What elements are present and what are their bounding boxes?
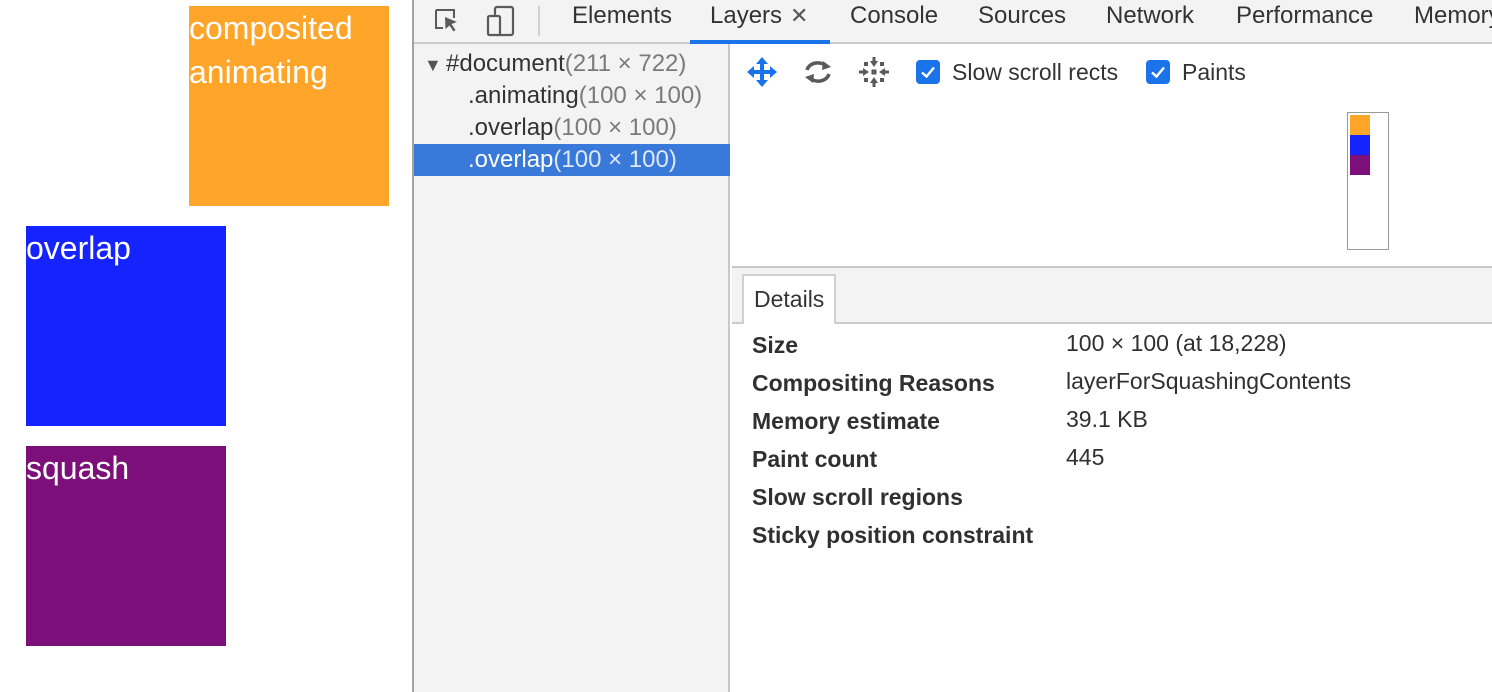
property-key: Size (752, 332, 799, 358)
property-row-size: Size 100 × 100 (at 18,228) (732, 326, 1492, 364)
devtools-panel: Elements Layers ✕ Console Sources Network… (412, 0, 1492, 692)
layer-size: (211 × 722) (564, 50, 687, 77)
tab-layers-label: Layers (710, 2, 783, 29)
close-icon[interactable]: ✕ (790, 3, 808, 28)
layer-name: .overlap (468, 114, 554, 141)
tree-row-document[interactable]: ▼ #document(211 × 722) (414, 48, 730, 80)
checkmark-icon (1146, 60, 1170, 84)
tab-console[interactable]: Console (850, 0, 938, 42)
property-value: 39.1 KB (1066, 406, 1148, 432)
toolbar-divider (538, 6, 540, 36)
layer-size: (100 × 100) (553, 114, 677, 141)
property-row-memory-estimate: Memory estimate 39.1 KB (732, 402, 1492, 440)
property-key: Paint count (752, 446, 878, 472)
property-key: Compositing Reasons (752, 370, 995, 396)
layer-tree: ▼ #document(211 × 722) .animating(100 × 1… (414, 44, 730, 692)
tab-sources[interactable]: Sources (978, 0, 1066, 42)
tree-row-animating[interactable]: .animating(100 × 100) (414, 80, 730, 112)
overlap-layer-box: overlap (26, 226, 226, 426)
paints-label: Paints (1182, 58, 1246, 85)
property-row-slow-scroll-regions: Slow scroll regions (732, 478, 1492, 516)
tab-layers[interactable]: Layers ✕ (710, 0, 808, 42)
property-key: Sticky position constraint (752, 522, 1034, 548)
layer-size: (100 × 100) (578, 82, 703, 109)
layer-name: #document (446, 50, 565, 77)
layer-3d-canvas-preview[interactable] (1347, 112, 1389, 250)
property-row-compositing-reasons: Compositing Reasons layerForSquashingCon… (732, 364, 1492, 402)
tab-details[interactable]: Details (742, 274, 837, 324)
device-toolbar-icon[interactable] (484, 0, 518, 42)
minimap-animating-layer (1350, 115, 1370, 135)
tab-memory[interactable]: Memory (1414, 0, 1492, 42)
page-viewport: composited animating overlap squash (0, 0, 412, 692)
layers-3d-view[interactable]: Slow scroll rects Paints (732, 44, 1492, 268)
animating-box-label-line2: animating (189, 54, 328, 90)
inspect-element-icon[interactable] (430, 0, 464, 42)
tree-row-overlap-selected[interactable]: .overlap(100 × 100) (414, 144, 730, 176)
minimap-overlap-layer (1350, 135, 1370, 155)
tab-performance[interactable]: Performance (1236, 0, 1373, 42)
devtools-tab-bar: Elements Layers ✕ Console Sources Network… (414, 0, 1492, 44)
rotate-mode-icon[interactable] (800, 54, 836, 90)
tree-row-overlap[interactable]: .overlap(100 × 100) (414, 112, 730, 144)
property-key: Memory estimate (752, 408, 940, 434)
tab-network[interactable]: Network (1106, 0, 1194, 42)
squash-box-label: squash (26, 450, 130, 486)
overlap-box-label: overlap (26, 230, 131, 266)
details-pane: Details Size 100 × 100 (at 18,228) Compo… (732, 268, 1492, 692)
property-value: layerForSquashingContents (1066, 368, 1352, 394)
property-row-sticky-position-constraint: Sticky position constraint (732, 516, 1492, 554)
checkmark-icon (916, 60, 940, 84)
paints-checkbox[interactable]: Paints (1146, 58, 1246, 86)
details-tab-bar: Details (732, 268, 1492, 324)
slow-scroll-rects-label: Slow scroll rects (952, 58, 1119, 85)
layer-size: (100 × 100) (553, 146, 677, 173)
minimap-squash-layer (1350, 155, 1370, 175)
property-row-paint-count: Paint count 445 (732, 440, 1492, 478)
tab-elements[interactable]: Elements (572, 0, 672, 42)
reset-transform-icon[interactable] (856, 54, 892, 90)
property-value: 100 × 100 (at 18,228) (1066, 330, 1287, 356)
property-key: Slow scroll regions (752, 484, 963, 510)
property-value: 445 (1066, 444, 1105, 470)
animating-layer-box: composited animating (189, 6, 389, 206)
expand-triangle-icon[interactable]: ▼ (424, 49, 446, 81)
pan-mode-icon[interactable] (744, 54, 780, 90)
squash-layer-box: squash (26, 446, 226, 646)
layer-name: .overlap (468, 146, 554, 173)
animating-box-label-line1: composited (189, 10, 353, 46)
layer-name: .animating (468, 82, 579, 109)
slow-scroll-rects-checkbox[interactable]: Slow scroll rects (916, 58, 1118, 86)
